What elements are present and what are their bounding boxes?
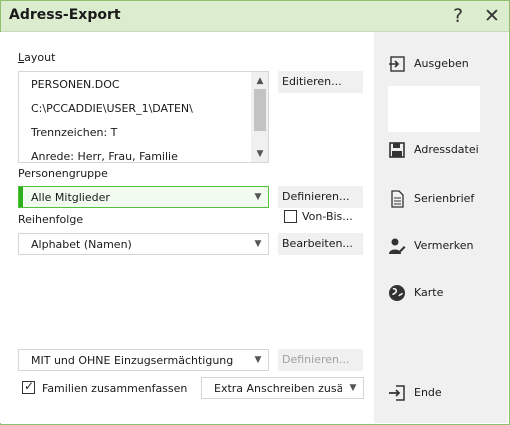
layout-label-rest: ayout (24, 51, 56, 64)
personengruppe-define-button[interactable]: Definieren... (278, 186, 363, 208)
export-icon (389, 56, 405, 72)
preview-area (388, 86, 480, 132)
ende-label: Ende (414, 386, 442, 399)
list-item[interactable]: PERSONEN.DOC (31, 78, 120, 91)
layout-scrollbar[interactable]: ▲ ▼ (251, 72, 268, 162)
chevron-down-icon[interactable]: ▼ (248, 234, 268, 254)
ausgeben-label: Ausgeben (414, 57, 469, 70)
save-disk-icon (389, 142, 405, 158)
familien-label[interactable]: Familien zusammenfassen (42, 382, 187, 395)
anschreiben-value: Extra Anschreiben zusätzl (214, 382, 342, 395)
ausgeben-button[interactable]: Ausgeben (388, 54, 488, 74)
layout-label: Layout (18, 51, 56, 64)
globe-icon (389, 285, 405, 301)
scroll-thumb[interactable] (254, 89, 266, 131)
close-icon[interactable]: ✕ (479, 5, 505, 27)
chevron-down-icon[interactable]: ▼ (248, 187, 268, 207)
editieren-button[interactable]: Editieren... (278, 71, 363, 93)
list-item[interactable]: Trennzeichen: T (31, 126, 117, 139)
list-item[interactable]: Anrede: Herr, Frau, Familie (31, 150, 178, 162)
einzug-define-button[interactable]: Definieren... (278, 349, 363, 371)
title-bar: Adress-Export ? ✕ (1, 1, 509, 32)
scroll-down-icon[interactable]: ▼ (251, 146, 268, 162)
focus-marker (19, 187, 23, 207)
adressdatei-label: Adressdatei (414, 143, 479, 156)
von-bis-label[interactable]: Von-Bis... (302, 210, 353, 223)
chevron-down-icon[interactable]: ▼ (248, 350, 268, 370)
document-icon (391, 190, 404, 208)
adressdatei-button[interactable]: Adressdatei (388, 140, 488, 160)
personengruppe-label: Personengruppe (18, 167, 108, 180)
karte-label: Karte (414, 286, 444, 299)
anschreiben-select[interactable]: Extra Anschreiben zusätzl ▼ (201, 377, 364, 399)
vermerken-label: Vermerken (414, 239, 474, 252)
window-title: Adress-Export (9, 7, 121, 23)
ende-button[interactable]: Ende (388, 383, 488, 403)
serienbrief-button[interactable]: Serienbrief (388, 189, 488, 209)
reihenfolge-select[interactable]: Alphabet (Namen) ▼ (18, 233, 269, 255)
personengruppe-value: Alle Mitglieder (31, 191, 110, 204)
chevron-down-icon[interactable]: ▼ (343, 378, 363, 398)
bearbeiten-button[interactable]: Bearbeiten... (278, 233, 363, 255)
personengruppe-select[interactable]: Alle Mitglieder ▼ (18, 186, 269, 208)
reihenfolge-label: Reihenfolge (18, 213, 84, 226)
help-icon[interactable]: ? (445, 5, 471, 27)
von-bis-checkbox[interactable] (284, 210, 297, 223)
karte-button[interactable]: Karte (388, 283, 488, 303)
familien-checkbox[interactable]: ✓ (22, 379, 35, 394)
list-item[interactable]: C:\PCCADDIE\USER_1\DATEN\ (31, 102, 193, 115)
scroll-up-icon[interactable]: ▲ (251, 73, 268, 89)
exit-icon (389, 385, 405, 401)
checkmark-icon: ✓ (24, 379, 35, 393)
reihenfolge-value: Alphabet (Namen) (31, 238, 132, 251)
vermerken-button[interactable]: Vermerken (388, 236, 488, 256)
layout-listbox[interactable]: PERSONEN.DOC C:\PCCADDIE\USER_1\DATEN\ T… (18, 71, 269, 163)
user-edit-icon (389, 238, 406, 254)
einzug-select[interactable]: MIT und OHNE Einzugsermächtigung ▼ (18, 349, 269, 371)
einzug-value: MIT und OHNE Einzugsermächtigung (31, 354, 234, 367)
serienbrief-label: Serienbrief (414, 192, 475, 205)
